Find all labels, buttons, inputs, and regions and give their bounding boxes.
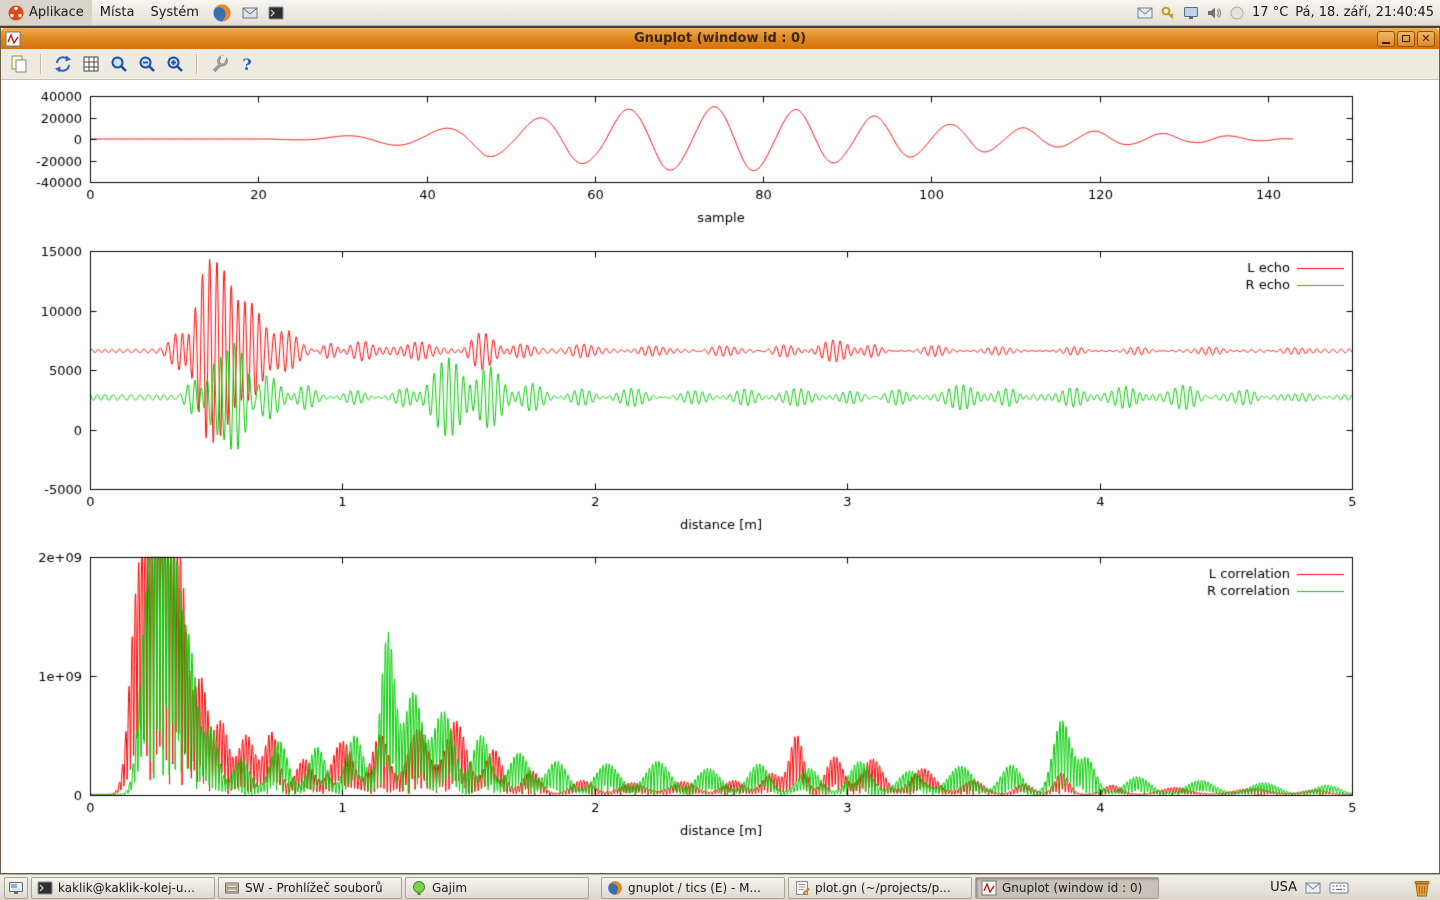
keyboard-layout-indicator[interactable]: USA bbox=[1270, 880, 1297, 895]
task-label: Gnuplot (window id : 0) bbox=[1002, 881, 1142, 895]
zoom-out-button[interactable] bbox=[135, 52, 159, 76]
bottom-taskbar: kaklik@kaklik-kolej-u... SW - Prohlížeč … bbox=[0, 874, 1440, 900]
gnuplot-icon bbox=[981, 880, 997, 896]
taskbar-right: USA bbox=[1270, 878, 1436, 898]
toolbar-separator bbox=[40, 54, 42, 74]
firefox-icon bbox=[212, 3, 232, 23]
file-manager-icon bbox=[224, 880, 240, 896]
ubuntu-logo-icon bbox=[8, 5, 24, 21]
text-editor-icon bbox=[794, 880, 810, 896]
toolbar-separator bbox=[196, 54, 198, 74]
refresh-icon bbox=[53, 54, 73, 74]
zoom-out-icon bbox=[137, 54, 157, 74]
terminal-icon bbox=[37, 880, 53, 896]
task-label: SW - Prohlížeč souborů bbox=[245, 881, 383, 895]
chart-echo-canvas[interactable] bbox=[0, 240, 1440, 540]
minimize-icon bbox=[1382, 42, 1390, 44]
clock[interactable]: Pá, 18. září, 21:40:45 bbox=[1295, 5, 1434, 20]
gnuplot-toolbar: ? bbox=[1, 49, 1439, 80]
minimize-button[interactable] bbox=[1377, 31, 1395, 47]
task-gajim[interactable]: Gajim bbox=[405, 877, 589, 899]
zoom-in-icon bbox=[165, 54, 185, 74]
maximize-button[interactable] bbox=[1397, 31, 1415, 47]
menu-applications[interactable]: Aplikace bbox=[0, 0, 92, 25]
toggle-grid-button[interactable] bbox=[79, 52, 103, 76]
close-icon: ✕ bbox=[1421, 33, 1430, 44]
copy-icon bbox=[9, 54, 29, 74]
tray-display-icon[interactable] bbox=[1183, 5, 1199, 21]
menu-places-label: Místa bbox=[100, 5, 135, 20]
tray-mail-icon[interactable] bbox=[1305, 880, 1321, 896]
grid-icon bbox=[81, 54, 101, 74]
task-firefox[interactable]: gnuplot / tics (E) - M... bbox=[601, 877, 785, 899]
trash-icon[interactable] bbox=[1412, 878, 1432, 898]
task-terminal[interactable]: kaklik@kaklik-kolej-u... bbox=[31, 877, 215, 899]
task-label: Gajim bbox=[432, 881, 467, 895]
firefox-icon bbox=[607, 880, 623, 896]
task-label: gnuplot / tics (E) - M... bbox=[628, 881, 761, 895]
volume-icon[interactable] bbox=[1206, 5, 1222, 21]
show-desktop-icon bbox=[8, 880, 24, 896]
menu-places[interactable]: Místa bbox=[92, 0, 143, 25]
gnome-top-panel: Aplikace Místa Systém bbox=[0, 0, 1440, 26]
terminal-icon bbox=[268, 5, 284, 21]
task-label: plot.gn (~/projects/p... bbox=[815, 881, 951, 895]
window-title: Gnuplot (window id : 0) bbox=[1, 31, 1439, 46]
copy-to-clipboard-button[interactable] bbox=[7, 52, 31, 76]
mail-launcher[interactable] bbox=[237, 0, 263, 25]
wrench-icon bbox=[209, 54, 229, 74]
zoom-icon bbox=[109, 54, 129, 74]
replot-button[interactable] bbox=[51, 52, 75, 76]
chart-correlation-canvas[interactable] bbox=[0, 545, 1440, 850]
close-button[interactable]: ✕ bbox=[1417, 31, 1435, 47]
menu-system[interactable]: Systém bbox=[142, 0, 206, 25]
zoom-in-button[interactable] bbox=[163, 52, 187, 76]
help-button[interactable]: ? bbox=[235, 52, 259, 76]
settings-button[interactable] bbox=[207, 52, 231, 76]
keyboard-icon[interactable] bbox=[1329, 878, 1349, 898]
tray-mail-icon[interactable] bbox=[1137, 5, 1153, 21]
weather-icon[interactable] bbox=[1229, 5, 1245, 21]
show-desktop-button[interactable] bbox=[4, 877, 28, 899]
firefox-launcher[interactable] bbox=[207, 0, 237, 25]
window-titlebar[interactable]: Gnuplot (window id : 0) ✕ bbox=[1, 28, 1439, 49]
temperature-label[interactable]: 17 °C bbox=[1252, 5, 1288, 20]
zoom-previous-button[interactable] bbox=[107, 52, 131, 76]
help-icon: ? bbox=[242, 55, 251, 74]
chart-signal-canvas[interactable] bbox=[0, 84, 1440, 236]
task-file-manager[interactable]: SW - Prohlížeč souborů bbox=[218, 877, 402, 899]
task-text-editor[interactable]: plot.gn (~/projects/p... bbox=[788, 877, 972, 899]
gajim-icon bbox=[411, 880, 427, 896]
system-tray: 17 °C Pá, 18. září, 21:40:45 bbox=[1137, 0, 1440, 25]
mail-icon bbox=[242, 5, 258, 21]
tray-key-icon[interactable] bbox=[1160, 5, 1176, 21]
menu-system-label: Systém bbox=[150, 5, 198, 20]
maximize-icon bbox=[1402, 35, 1410, 42]
menu-applications-label: Aplikace bbox=[29, 5, 84, 20]
terminal-launcher[interactable] bbox=[263, 0, 289, 25]
task-gnuplot[interactable]: Gnuplot (window id : 0) bbox=[975, 877, 1159, 899]
task-label: kaklik@kaklik-kolej-u... bbox=[58, 881, 195, 895]
